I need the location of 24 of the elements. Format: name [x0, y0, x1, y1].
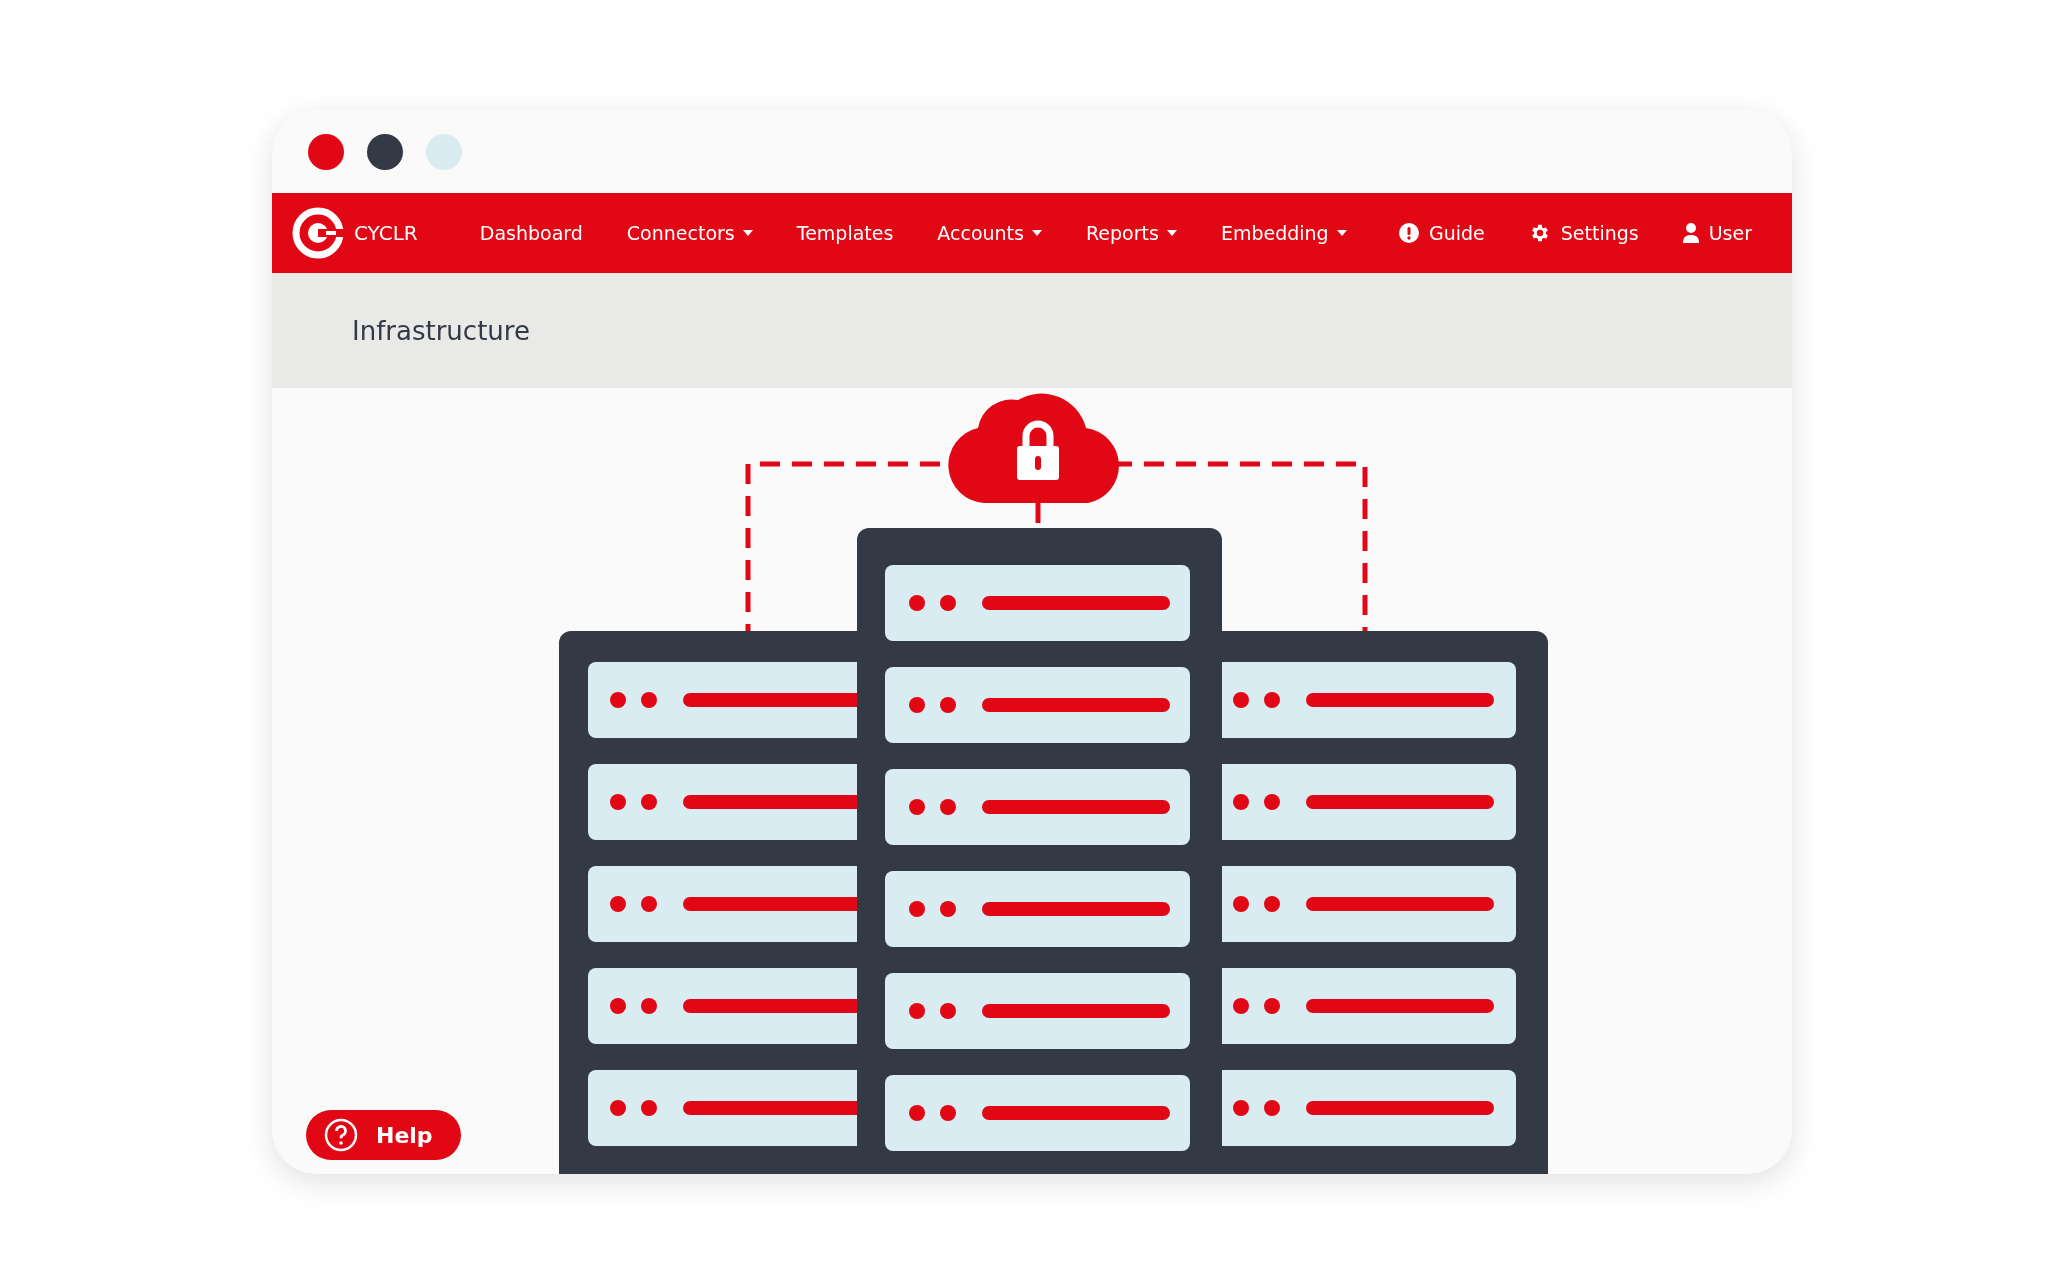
- nav-link[interactable]: Dashboard: [479, 222, 583, 244]
- nav-link[interactable]: Connectors: [626, 222, 753, 244]
- nav-link[interactable]: Reports: [1086, 222, 1177, 244]
- cloud-lock-icon: [948, 393, 1119, 503]
- nav-link[interactable]: Templates: [796, 222, 894, 244]
- nav-link[interactable]: Accounts: [937, 222, 1042, 244]
- nav-link[interactable]: Settings: [1528, 222, 1639, 244]
- caret-icon: [1336, 230, 1347, 236]
- caret-icon: [1032, 230, 1042, 236]
- user-icon: [1682, 223, 1699, 243]
- brand-name: CYCLR: [354, 221, 418, 245]
- logo-icon: [292, 207, 344, 259]
- exclamation-icon: [1398, 223, 1419, 243]
- help-icon: [324, 1118, 358, 1152]
- nav-link[interactable]: Guide: [1398, 222, 1485, 244]
- caret-icon: [742, 230, 753, 236]
- nav-link[interactable]: Embedding: [1220, 222, 1347, 244]
- close-dot[interactable]: [308, 133, 344, 170]
- caret-icon: [1166, 230, 1177, 236]
- help-button[interactable]: Help: [306, 1110, 461, 1160]
- maximize-dot[interactable]: [426, 133, 462, 170]
- nav-link[interactable]: User: [1682, 222, 1752, 244]
- page-title: Infrastructure: [352, 315, 530, 346]
- minimize-dot[interactable]: [367, 133, 403, 170]
